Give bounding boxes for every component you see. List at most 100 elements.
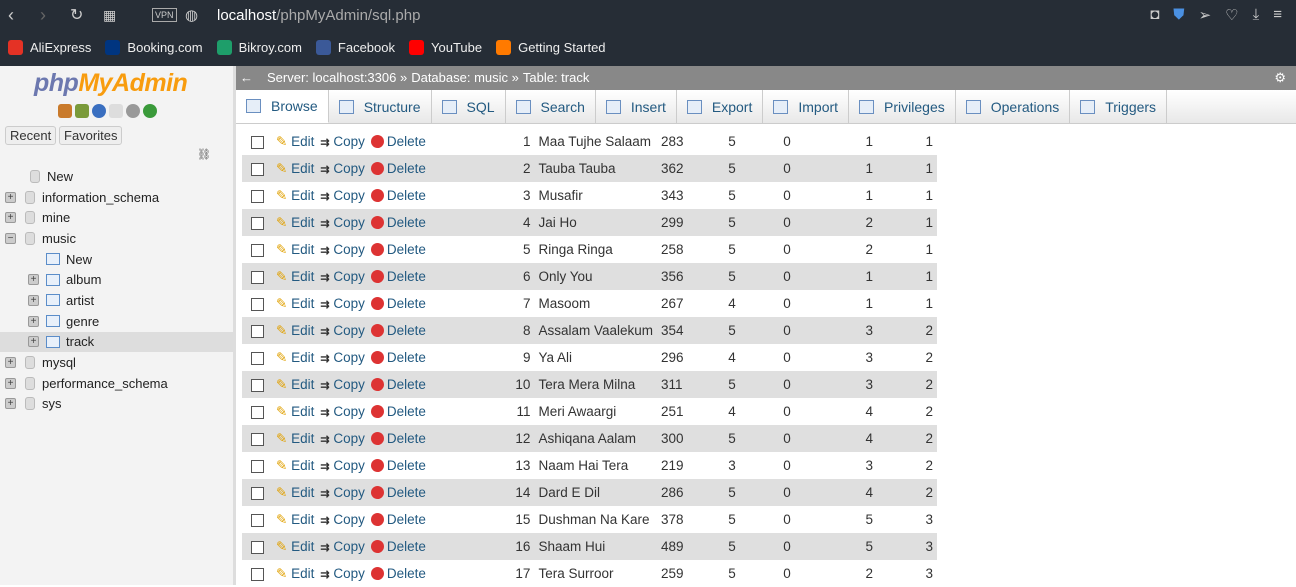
- collapse-arrow-icon[interactable]: ←: [240, 66, 253, 90]
- edit-link[interactable]: ✎ Edit: [276, 269, 314, 284]
- delete-link[interactable]: Delete: [370, 458, 426, 473]
- edit-link[interactable]: ✎ Edit: [276, 431, 314, 446]
- home-icon[interactable]: [58, 104, 72, 118]
- tab-export[interactable]: Export: [677, 90, 764, 123]
- menu-icon[interactable]: ≡: [1273, 6, 1282, 24]
- row-checkbox[interactable]: [251, 135, 264, 149]
- row-checkbox[interactable]: [251, 405, 264, 419]
- row-checkbox[interactable]: [251, 378, 264, 392]
- row-checkbox[interactable]: [251, 243, 264, 257]
- edit-link[interactable]: ✎ Edit: [276, 485, 314, 500]
- settings-icon[interactable]: [126, 104, 140, 118]
- reload-nav-icon[interactable]: [143, 104, 157, 118]
- delete-link[interactable]: Delete: [370, 431, 426, 446]
- tab-browse[interactable]: Browse: [236, 90, 329, 123]
- vpn-badge[interactable]: VPN: [152, 8, 177, 22]
- bookmark-aliexpress[interactable]: AliExpress: [8, 40, 91, 55]
- edit-link[interactable]: ✎ Edit: [276, 134, 314, 149]
- copy-link[interactable]: ⇉ Copy: [320, 512, 365, 527]
- copy-link[interactable]: ⇉ Copy: [320, 458, 365, 473]
- delete-link[interactable]: Delete: [370, 323, 426, 338]
- edit-link[interactable]: ✎ Edit: [276, 377, 314, 392]
- bookmark-youtube[interactable]: YouTube: [409, 40, 482, 55]
- phpmyadmin-logo[interactable]: phpMyAdmin: [34, 69, 188, 98]
- copy-link[interactable]: ⇉ Copy: [320, 242, 365, 257]
- breadcrumb-server[interactable]: Server: localhost:3306 »: [267, 66, 407, 90]
- help-icon[interactable]: [92, 104, 106, 118]
- tab-search[interactable]: Search: [506, 90, 596, 123]
- delete-link[interactable]: Delete: [370, 242, 426, 257]
- tree-item-artist[interactable]: + artist: [0, 290, 233, 311]
- shield-icon[interactable]: ⛊: [1173, 6, 1184, 24]
- row-checkbox[interactable]: [251, 459, 264, 473]
- gear-icon[interactable]: ⚙: [1274, 66, 1286, 90]
- row-checkbox[interactable]: [251, 189, 264, 203]
- tree-item-New[interactable]: New: [0, 249, 233, 270]
- delete-link[interactable]: Delete: [370, 296, 426, 311]
- edit-link[interactable]: ✎ Edit: [276, 296, 314, 311]
- copy-link[interactable]: ⇉ Copy: [320, 215, 365, 230]
- row-checkbox[interactable]: [251, 540, 264, 554]
- expand-icon[interactable]: +: [5, 398, 16, 410]
- tree-item-music[interactable]: − music: [0, 228, 233, 249]
- tab-insert[interactable]: Insert: [596, 90, 677, 123]
- copy-link[interactable]: ⇉ Copy: [320, 296, 365, 311]
- edit-link[interactable]: ✎ Edit: [276, 566, 314, 581]
- tree-item-mysql[interactable]: + mysql: [0, 352, 233, 373]
- forward-icon[interactable]: ›: [40, 5, 46, 26]
- edit-link[interactable]: ✎ Edit: [276, 458, 314, 473]
- address-bar[interactable]: localhost/phpMyAdmin/sql.php: [217, 7, 420, 24]
- copy-link[interactable]: ⇉ Copy: [320, 188, 365, 203]
- back-icon[interactable]: ‹: [8, 5, 14, 26]
- expand-icon[interactable]: +: [5, 377, 16, 389]
- send-icon[interactable]: ➢: [1199, 6, 1212, 24]
- row-checkbox[interactable]: [251, 432, 264, 446]
- download-icon[interactable]: ⤓: [1253, 6, 1260, 24]
- delete-link[interactable]: Delete: [370, 566, 426, 581]
- logout-icon[interactable]: [75, 104, 89, 118]
- copy-link[interactable]: ⇉ Copy: [320, 404, 365, 419]
- copy-link[interactable]: ⇉ Copy: [320, 350, 365, 365]
- edit-link[interactable]: ✎ Edit: [276, 242, 314, 257]
- tree-item-New[interactable]: New: [0, 166, 233, 187]
- expand-icon[interactable]: +: [28, 336, 39, 348]
- expand-icon[interactable]: +: [28, 315, 39, 327]
- delete-link[interactable]: Delete: [370, 188, 426, 203]
- copy-link[interactable]: ⇉ Copy: [320, 485, 365, 500]
- edit-link[interactable]: ✎ Edit: [276, 215, 314, 230]
- copy-link[interactable]: ⇉ Copy: [320, 377, 365, 392]
- delete-link[interactable]: Delete: [370, 485, 426, 500]
- tree-item-information-schema[interactable]: + information_schema: [0, 187, 233, 208]
- copy-link[interactable]: ⇉ Copy: [320, 134, 365, 149]
- bookmark-booking-com[interactable]: Booking.com: [105, 40, 203, 55]
- delete-link[interactable]: Delete: [370, 161, 426, 176]
- edit-link[interactable]: ✎ Edit: [276, 350, 314, 365]
- delete-link[interactable]: Delete: [370, 512, 426, 527]
- delete-link[interactable]: Delete: [370, 539, 426, 554]
- tab-structure[interactable]: Structure: [329, 90, 432, 123]
- expand-icon[interactable]: +: [5, 357, 16, 369]
- tree-item-mine[interactable]: + mine: [0, 207, 233, 228]
- tab-operations[interactable]: Operations: [956, 90, 1071, 123]
- copy-link[interactable]: ⇉ Copy: [320, 431, 365, 446]
- tree-item-album[interactable]: + album: [0, 269, 233, 290]
- bookmark-bikroy-com[interactable]: Bikroy.com: [216, 40, 302, 55]
- camera-icon[interactable]: ◘: [1150, 6, 1159, 24]
- edit-link[interactable]: ✎ Edit: [276, 161, 314, 176]
- row-checkbox[interactable]: [251, 270, 264, 284]
- copy-link[interactable]: ⇉ Copy: [320, 323, 365, 338]
- delete-link[interactable]: Delete: [370, 377, 426, 392]
- copy-link[interactable]: ⇉ Copy: [320, 566, 365, 581]
- breadcrumb-table[interactable]: Table: track: [523, 66, 589, 90]
- edit-link[interactable]: ✎ Edit: [276, 323, 314, 338]
- delete-link[interactable]: Delete: [370, 215, 426, 230]
- breadcrumb-database[interactable]: Database: music »: [411, 66, 519, 90]
- row-checkbox[interactable]: [251, 297, 264, 311]
- edit-link[interactable]: ✎ Edit: [276, 539, 314, 554]
- copy-link[interactable]: ⇉ Copy: [320, 269, 365, 284]
- reload-icon[interactable]: ↻: [70, 5, 83, 25]
- expand-icon[interactable]: +: [5, 191, 16, 203]
- recent-button[interactable]: Recent: [5, 126, 57, 145]
- expand-icon[interactable]: +: [5, 212, 16, 224]
- tree-item-sys[interactable]: + sys: [0, 394, 233, 415]
